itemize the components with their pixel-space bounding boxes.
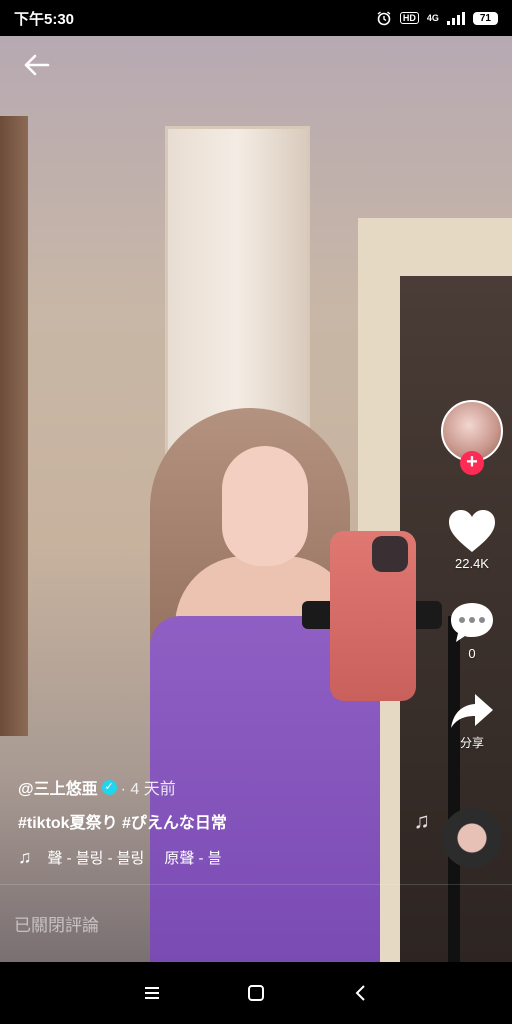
comments-disabled-text: 已關閉評論 bbox=[14, 916, 99, 935]
comment-bubble-icon bbox=[451, 603, 493, 642]
music-note-icon: ♫ bbox=[18, 847, 32, 867]
verified-badge-icon: ✓ bbox=[101, 779, 117, 795]
share-button[interactable]: 分享 bbox=[440, 692, 504, 751]
author-name[interactable]: @三上悠亜 bbox=[18, 775, 98, 799]
author-row: @三上悠亜 ✓ · 4 天前 bbox=[18, 775, 418, 799]
video-info: @三上悠亜 ✓ · 4 天前 #tiktok夏祭り #ぴえんな日常 ♫ 聲 - … bbox=[18, 775, 418, 868]
status-icons: HD 4G 71 bbox=[376, 10, 498, 26]
comment-bar: 已關閉評論 bbox=[0, 884, 512, 962]
scene-wall bbox=[0, 116, 28, 736]
home-square-icon bbox=[248, 985, 264, 1001]
comment-button[interactable]: 0 bbox=[440, 600, 504, 661]
music-row[interactable]: ♫ 聲 - 블링 - 블링 原聲 - 블 bbox=[18, 847, 418, 868]
recents-button[interactable] bbox=[132, 973, 172, 1013]
network-indicator: 4G bbox=[426, 13, 439, 23]
back-arrow-icon bbox=[24, 54, 50, 76]
back-button[interactable] bbox=[18, 50, 54, 80]
post-time: · 4 天前 bbox=[120, 781, 176, 798]
alarm-icon bbox=[377, 11, 391, 26]
hd-indicator: HD bbox=[399, 12, 419, 24]
share-arrow-icon bbox=[451, 694, 493, 728]
home-button[interactable] bbox=[236, 973, 276, 1013]
share-label: 分享 bbox=[459, 736, 484, 750]
scene-face bbox=[222, 446, 308, 566]
status-bar: 下午5:30 HD 4G 71 bbox=[0, 0, 512, 36]
heart-icon bbox=[449, 510, 495, 552]
music-disc[interactable] bbox=[442, 808, 502, 868]
like-button[interactable]: 22.4K bbox=[440, 508, 504, 571]
comment-count: 0 bbox=[468, 646, 476, 661]
back-nav-button[interactable] bbox=[340, 973, 380, 1013]
battery-indicator: 71 bbox=[472, 11, 498, 25]
hashtags[interactable]: #tiktok夏祭り #ぴえんな日常 bbox=[18, 809, 418, 833]
status-time: 下午5:30 bbox=[14, 10, 75, 28]
follow-button[interactable]: + bbox=[460, 451, 484, 475]
system-nav-bar bbox=[0, 962, 512, 1024]
scene-phone-camera bbox=[372, 536, 408, 572]
music-original: 原聲 - 블 bbox=[164, 850, 222, 867]
signal-icon bbox=[446, 12, 465, 25]
like-count: 22.4K bbox=[455, 556, 489, 571]
music-track: 聲 - 블링 - 블링 bbox=[47, 850, 145, 867]
chevron-left-icon bbox=[355, 985, 365, 1001]
menu-icon bbox=[145, 987, 159, 999]
